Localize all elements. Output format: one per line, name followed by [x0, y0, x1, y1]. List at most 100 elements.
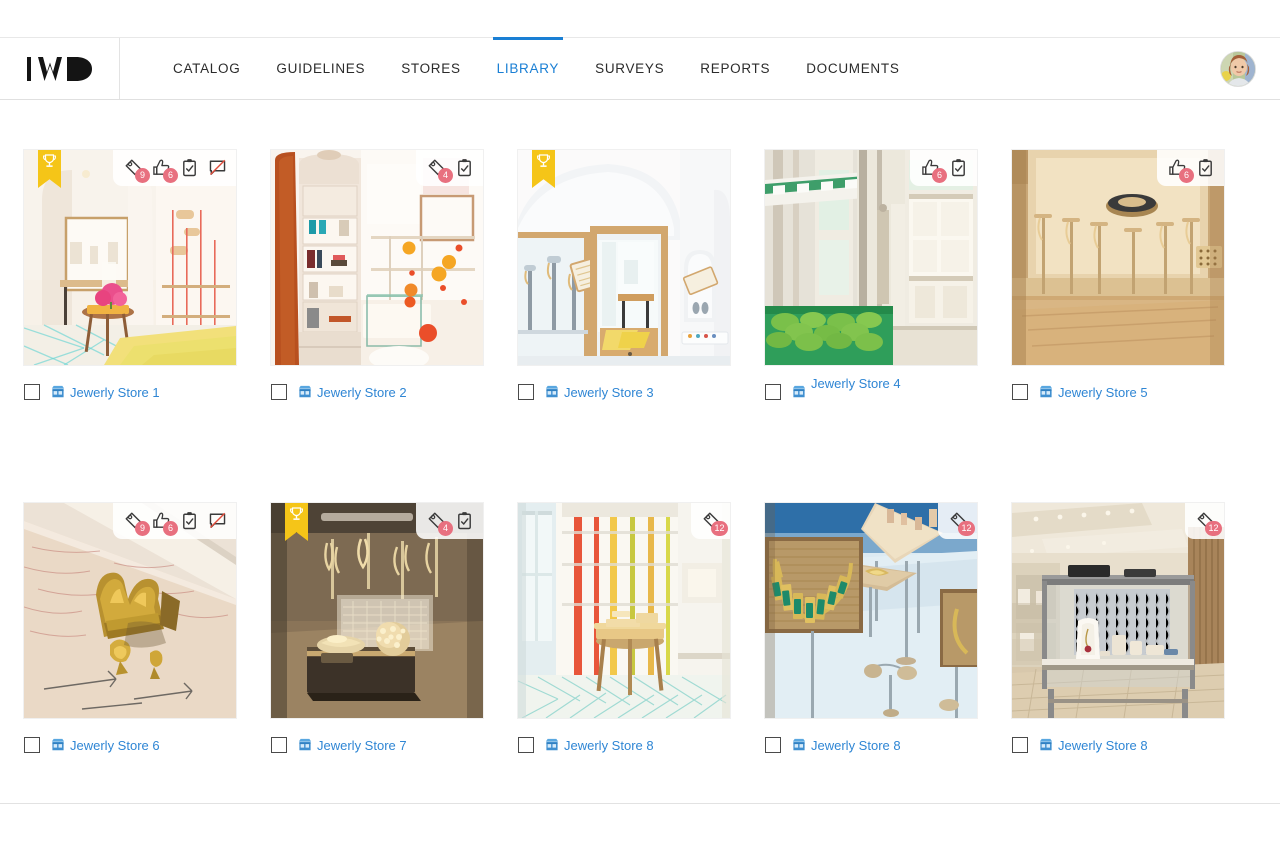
library-card[interactable]: 12 Jewerly Store 8: [765, 503, 977, 756]
card-caption: Jewerly Store 7: [271, 734, 483, 756]
tag-badge[interactable]: 12: [702, 511, 728, 536]
card-checkbox[interactable]: [1012, 737, 1028, 753]
nav-label: LIBRARY: [496, 61, 560, 76]
tag-badge[interactable]: 4: [427, 158, 453, 183]
survey-badge[interactable]: [180, 158, 199, 177]
clipboard-check-icon: [183, 512, 196, 530]
nav-item-reports[interactable]: REPORTS: [682, 38, 788, 99]
like-badge[interactable]: 6: [1168, 158, 1194, 183]
like-badge[interactable]: 6: [152, 511, 178, 536]
card-checkbox[interactable]: [765, 737, 781, 753]
card-thumbnail[interactable]: 12: [518, 503, 730, 718]
user-menu[interactable]: [1220, 50, 1256, 87]
comment-disabled-icon: [209, 159, 226, 176]
store-icon: [51, 385, 65, 398]
card-checkbox[interactable]: [271, 737, 287, 753]
nav-item-surveys[interactable]: SURVEYS: [577, 38, 682, 99]
tag-badge[interactable]: 12: [1196, 511, 1222, 536]
card-store-link[interactable]: Jewerly Store 3: [545, 385, 654, 400]
library-card[interactable]: 9 6: [24, 150, 236, 403]
nav-item-library[interactable]: LIBRARY: [479, 37, 577, 99]
card-thumbnail[interactable]: 6: [765, 150, 977, 365]
nav-label: STORES: [401, 61, 461, 76]
nav-label: GUIDELINES: [276, 61, 366, 76]
survey-badge[interactable]: [949, 158, 968, 177]
card-checkbox[interactable]: [518, 737, 534, 753]
card-caption: Jewerly Store 8: [765, 734, 977, 756]
nav-item-catalog[interactable]: CATALOG: [155, 38, 258, 99]
card-store-link[interactable]: Jewerly Store 7: [298, 738, 407, 753]
trophy-icon: [290, 507, 303, 520]
card-store-link[interactable]: Jewerly Store 5: [1039, 385, 1148, 400]
card-thumbnail[interactable]: 9 6: [24, 150, 236, 365]
tag-badge[interactable]: 9: [124, 511, 150, 536]
like-badge[interactable]: 6: [152, 158, 178, 183]
card-store-link[interactable]: Jewerly Store 4: [792, 376, 901, 400]
card-checkbox[interactable]: [765, 384, 781, 400]
badge-count: 6: [932, 168, 947, 183]
iwd-wordmark-icon: [26, 56, 94, 82]
clipboard-check-icon: [952, 159, 965, 177]
survey-badge[interactable]: [455, 511, 474, 530]
comment-badge[interactable]: [208, 158, 227, 177]
card-thumbnail[interactable]: 4: [271, 150, 483, 365]
survey-badge[interactable]: [1196, 158, 1215, 177]
store-icon: [1039, 385, 1053, 398]
clipboard-check-icon: [458, 159, 471, 177]
store-icon: [51, 738, 65, 751]
nav-item-guidelines[interactable]: GUIDELINES: [258, 38, 383, 99]
library-card[interactable]: 12 Jewerly Store 8: [518, 503, 730, 756]
card-store-link[interactable]: Jewerly Store 8: [545, 738, 654, 753]
card-thumbnail[interactable]: 9 6: [24, 503, 236, 718]
store-icon: [792, 385, 806, 398]
library-card[interactable]: 4: [271, 503, 483, 756]
library-card[interactable]: Jewerly Store 3: [518, 150, 730, 403]
brand-logo[interactable]: [0, 38, 120, 99]
card-thumbnail[interactable]: 6: [1012, 150, 1224, 365]
card-badge-bar: 9 6: [113, 150, 236, 186]
library-card[interactable]: 6: [1012, 150, 1224, 403]
survey-badge[interactable]: [455, 158, 474, 177]
card-checkbox[interactable]: [24, 384, 40, 400]
badge-count: 9: [135, 168, 150, 183]
badge-count: 4: [438, 521, 453, 536]
card-store-link[interactable]: Jewerly Store 6: [51, 738, 160, 753]
card-checkbox[interactable]: [518, 384, 534, 400]
card-label: Jewerly Store 8: [1058, 737, 1148, 753]
tag-badge[interactable]: 9: [124, 158, 150, 183]
like-badge[interactable]: 6: [921, 158, 947, 183]
card-store-link[interactable]: Jewerly Store 8: [1039, 738, 1148, 753]
library-card[interactable]: 6: [765, 150, 977, 403]
nav-item-documents[interactable]: DOCUMENTS: [788, 38, 917, 99]
library-card[interactable]: 4: [271, 150, 483, 403]
card-checkbox[interactable]: [24, 737, 40, 753]
store-icon: [792, 738, 806, 751]
card-caption: Jewerly Store 1: [24, 381, 236, 403]
card-store-link[interactable]: Jewerly Store 1: [51, 385, 160, 400]
badge-count: 6: [1179, 168, 1194, 183]
card-label: Jewerly Store 6: [70, 737, 160, 753]
card-caption: Jewerly Store 6: [24, 734, 236, 756]
card-store-link[interactable]: Jewerly Store 2: [298, 385, 407, 400]
store-icon: [545, 385, 559, 398]
tag-badge[interactable]: 12: [949, 511, 975, 536]
card-thumbnail[interactable]: [518, 150, 730, 365]
card-store-link[interactable]: Jewerly Store 8: [792, 738, 901, 753]
comment-badge[interactable]: [208, 511, 227, 530]
survey-badge[interactable]: [180, 511, 199, 530]
nav-item-stores[interactable]: STORES: [383, 38, 478, 99]
nav-label: DOCUMENTS: [806, 61, 900, 76]
card-thumbnail[interactable]: 12: [765, 503, 977, 718]
library-card[interactable]: 9 6: [24, 503, 236, 756]
card-checkbox[interactable]: [1012, 384, 1028, 400]
card-thumbnail[interactable]: 12: [1012, 503, 1224, 718]
card-thumbnail[interactable]: 4: [271, 503, 483, 718]
tag-badge[interactable]: 4: [427, 511, 453, 536]
store-icon: [298, 738, 312, 751]
card-checkbox[interactable]: [271, 384, 287, 400]
library-card[interactable]: 12 Jewerly Store 8: [1012, 503, 1224, 756]
card-label: Jewerly Store 5: [1058, 384, 1148, 400]
avatar[interactable]: [1220, 50, 1256, 87]
card-caption: Jewerly Store 8: [518, 734, 730, 756]
card-caption: Jewerly Store 8: [1012, 734, 1224, 756]
